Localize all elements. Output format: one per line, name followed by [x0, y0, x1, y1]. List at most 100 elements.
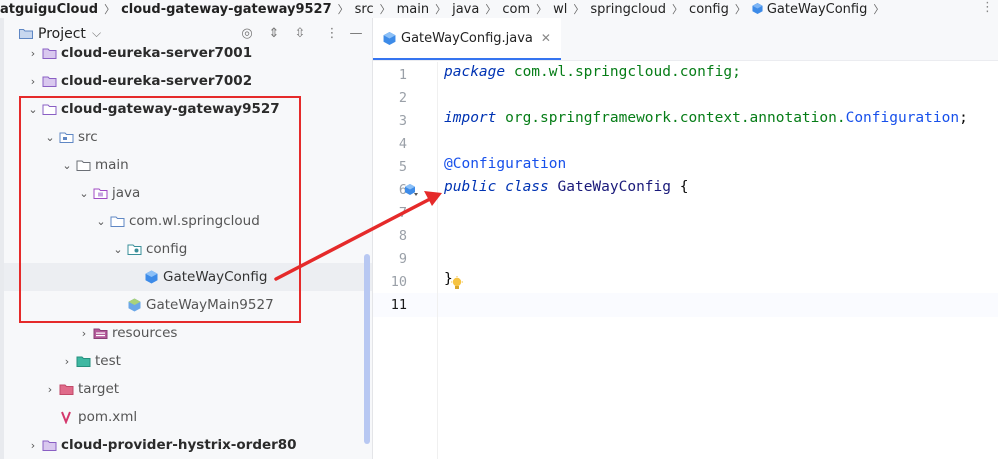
keyword-token: import: [444, 110, 497, 126]
class-token: Configuration: [845, 110, 960, 126]
spring-boot-class-icon: [128, 298, 141, 312]
package-icon: [127, 244, 142, 255]
tree-item-label: src: [78, 129, 98, 145]
spring-bean-gutter-icon[interactable]: [404, 183, 418, 197]
java-class-icon: [383, 31, 396, 45]
breadcrumb-item-class-label: GateWayConfig: [766, 1, 868, 17]
tree-item-folder[interactable]: › resources: [4, 319, 372, 347]
chevron-down-icon[interactable]: ⌄: [43, 131, 57, 144]
line-number: 2: [398, 90, 407, 106]
line-number: 1: [398, 67, 407, 83]
symbol-token: {: [671, 179, 689, 195]
breadcrumb-item-wl[interactable]: wl: [549, 2, 571, 17]
code-line-6[interactable]: public class GateWayConfig {: [444, 179, 688, 202]
chevron-right-icon[interactable]: ›: [26, 439, 40, 452]
module-folder-icon: [42, 76, 57, 87]
tree-item-label: cloud-provider-hystrix-order80: [61, 437, 297, 453]
breadcrumb-separator: 〉: [337, 3, 349, 16]
breadcrumb-separator: 〉: [672, 3, 684, 16]
more-options-icon[interactable]: ⋮: [981, 0, 994, 15]
package-token: org.springframework.context.annotation.: [496, 110, 846, 126]
tree-item-folder[interactable]: › target: [4, 375, 372, 403]
class-name-token: GateWayConfig: [548, 179, 672, 195]
line-number: 7: [398, 205, 407, 221]
tree-item-label: GateWayMain9527: [146, 297, 274, 313]
tree-item-package[interactable]: ⌄ config: [4, 235, 372, 263]
chevron-right-icon[interactable]: ›: [60, 355, 74, 368]
project-tool-window: Project ⌵ ◎ ⇕ ⇳ ⋮ — › cloud-eureka-serve…: [0, 18, 373, 459]
java-class-icon: [752, 2, 763, 14]
line-number: 5: [398, 159, 407, 175]
code-editor[interactable]: GateWayConfig.java ✕ 1 2 3 4 5 6 7 8 9 1…: [373, 18, 998, 459]
breadcrumb-separator: 〉: [873, 3, 885, 16]
tree-item-package[interactable]: ⌄ com.wl.springcloud: [4, 207, 372, 235]
tree-item-label: cloud-eureka-server7001: [61, 45, 253, 61]
chevron-down-icon[interactable]: ⌄: [60, 159, 74, 172]
tree-item-label: test: [95, 353, 121, 369]
chevron-right-icon[interactable]: ›: [26, 47, 40, 60]
breadcrumb-separator: 〉: [536, 3, 548, 16]
line-number-current: 11: [390, 297, 407, 313]
java-class-icon: [145, 270, 158, 284]
annotation-token: @Configuration: [444, 156, 567, 172]
breadcrumb-item-main[interactable]: main: [393, 2, 433, 17]
tree-item-label: resources: [112, 325, 178, 341]
breadcrumb-separator: 〉: [734, 3, 746, 16]
test-folder-icon: [76, 356, 91, 367]
tree-item-class[interactable]: GateWayMain9527: [4, 291, 372, 319]
tab-gatewayconfig[interactable]: GateWayConfig.java ✕: [373, 18, 561, 60]
lightbulb-icon[interactable]: [450, 276, 464, 292]
tree-item-module[interactable]: › cloud-provider-hystrix-order80: [4, 431, 372, 459]
tree-item-label: target: [78, 381, 120, 397]
breadcrumb-item-src[interactable]: src: [351, 2, 378, 17]
tree-item-module[interactable]: › cloud-eureka-server7001: [4, 39, 372, 67]
keyword-token: public: [444, 179, 497, 195]
breadcrumb-item-java[interactable]: java: [448, 2, 483, 17]
chevron-right-icon[interactable]: ›: [77, 327, 91, 340]
tree-item-module[interactable]: ⌄ cloud-gateway-gateway9527: [4, 95, 372, 123]
source-folder-icon: [59, 132, 74, 143]
tree-item-label: pom.xml: [78, 409, 138, 425]
code-line-5[interactable]: @Configuration: [444, 156, 566, 179]
breadcrumb-item-module[interactable]: cloud-gateway-gateway9527: [117, 2, 336, 17]
line-number: 8: [398, 228, 407, 244]
line-number-gutter: 1 2 3 4 5 6 7 8 9 10 11: [373, 62, 431, 459]
chevron-down-icon[interactable]: ⌄: [94, 215, 108, 228]
breadcrumb-item-project[interactable]: atguiguCloud: [0, 2, 102, 17]
breadcrumb-separator: 〉: [485, 3, 497, 16]
chevron-right-icon[interactable]: ›: [26, 75, 40, 88]
chevron-down-icon[interactable]: ⌄: [26, 103, 40, 116]
breadcrumb-separator: 〉: [435, 3, 447, 16]
breadcrumb-separator: 〉: [573, 3, 585, 16]
tree-item-folder[interactable]: › test: [4, 347, 372, 375]
java-source-folder-icon: [93, 188, 108, 199]
package-icon: [110, 216, 125, 227]
chevron-down-icon[interactable]: ⌄: [77, 187, 91, 200]
tree-item-label: java: [112, 185, 141, 201]
tree-item-folder[interactable]: ⌄ java: [4, 179, 372, 207]
tree-item-label: GateWayConfig: [163, 269, 268, 285]
breadcrumb-item-springcloud[interactable]: springcloud: [586, 2, 670, 17]
tree-item-label: config: [146, 241, 188, 257]
tree-item-label: com.wl.springcloud: [129, 213, 260, 229]
line-number: 10: [390, 274, 407, 290]
keyword-token: class: [496, 179, 549, 195]
close-icon[interactable]: ✕: [541, 31, 551, 45]
breadcrumb-item-config[interactable]: config: [685, 2, 733, 17]
tool-window-strip: [0, 18, 4, 459]
chevron-down-icon[interactable]: ⌄: [111, 243, 125, 256]
code-line-1[interactable]: package com.wl.springcloud.config;: [444, 64, 741, 87]
breadcrumb-item-com[interactable]: com: [498, 2, 534, 17]
tree-item-class-selected[interactable]: GateWayConfig: [4, 263, 372, 291]
code-line-3[interactable]: import org.springframework.context.annot…: [444, 110, 968, 133]
chevron-right-icon[interactable]: ›: [43, 383, 57, 396]
symbol-token: ;: [959, 110, 968, 126]
tree-item-folder[interactable]: ⌄ main: [4, 151, 372, 179]
tree-item-module[interactable]: › cloud-eureka-server7002: [4, 67, 372, 95]
module-folder-icon: [42, 104, 57, 115]
keyword-token: package: [444, 64, 506, 80]
breadcrumb-item-class[interactable]: GateWayConfig: [748, 2, 872, 17]
tree-item-file[interactable]: pom.xml: [4, 403, 372, 431]
project-scrollbar[interactable]: [364, 254, 370, 444]
tree-item-folder[interactable]: ⌄ src: [4, 123, 372, 151]
